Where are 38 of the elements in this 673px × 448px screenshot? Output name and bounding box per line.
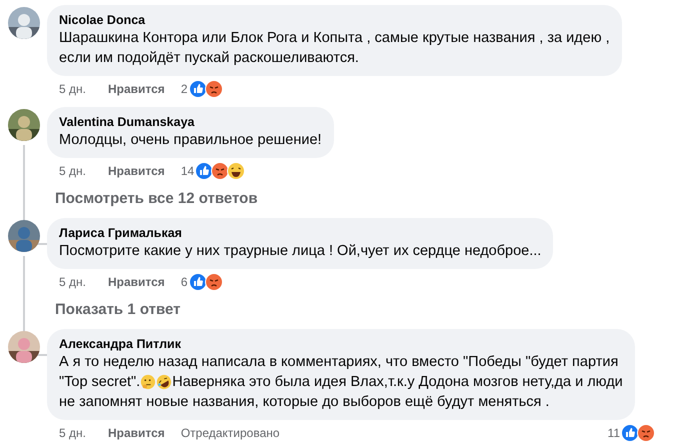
like-link[interactable]: Нравится (108, 82, 165, 96)
timestamp[interactable]: 5 дн. (59, 275, 86, 289)
laughing-emoji-icon (156, 374, 172, 390)
author-name[interactable]: Александра Питлик (59, 336, 623, 352)
author-name[interactable]: Nicolae Donca (59, 12, 610, 28)
comment-text: Наверняка это была идея Влах,т.к.у Додона мозгов нету,да и люди (172, 373, 623, 392)
comment-text: А я то неделю назад написала в комментариях, что вместо "Победы "будет партия (59, 353, 618, 372)
angry-emoji-icon (204, 80, 222, 98)
comment-text: если им подойдёт пускай раскошеливаются. (59, 49, 359, 68)
timestamp[interactable]: 5 дн. (59, 426, 86, 440)
author-name[interactable]: Valentina Dumanskaya (59, 114, 322, 130)
like-icon (621, 424, 639, 442)
angry-emoji-icon (204, 273, 222, 291)
comment-text: "Top secret". (59, 373, 140, 392)
reaction-count[interactable]: 14 (180, 164, 194, 178)
comment-text: Посмотрите какие у них траурные лица ! Ой,чует их сердце недоброе... (59, 242, 542, 261)
comment-text: не запомнят новые названия, которые до выборов ещё будут меняться . (59, 393, 550, 412)
replies-link[interactable]: Показать 1 ответ (55, 301, 180, 318)
like-link[interactable]: Нравится (108, 426, 165, 440)
reaction-count[interactable]: 6 (180, 275, 188, 289)
laughing-emoji-icon (227, 162, 246, 180)
reaction-count[interactable]: 11 (608, 426, 620, 440)
like-link[interactable]: Нравится (108, 164, 165, 178)
replies-link[interactable]: Посмотреть все 12 ответов (55, 190, 258, 207)
timestamp[interactable]: 5 дн. (59, 164, 86, 178)
like-icon (188, 273, 206, 291)
comment-text: Шарашкина Контора или Блок Рога и Копыта , самые крутые названия , за идею , (59, 29, 610, 48)
timestamp[interactable]: 5 дн. (59, 82, 86, 96)
thinking-emoji-icon (140, 374, 156, 390)
like-link[interactable]: Нравится (108, 275, 165, 289)
like-icon (195, 162, 214, 180)
reaction-count[interactable]: 2 (180, 82, 188, 96)
edited-label: Отредактировано (180, 426, 280, 440)
angry-emoji-icon (637, 424, 655, 442)
like-icon (188, 80, 206, 98)
author-name[interactable]: Лариса Грималькая (59, 225, 542, 241)
angry-emoji-icon (211, 162, 230, 180)
comment-text: Молодцы, очень правильное решение! (59, 131, 322, 150)
